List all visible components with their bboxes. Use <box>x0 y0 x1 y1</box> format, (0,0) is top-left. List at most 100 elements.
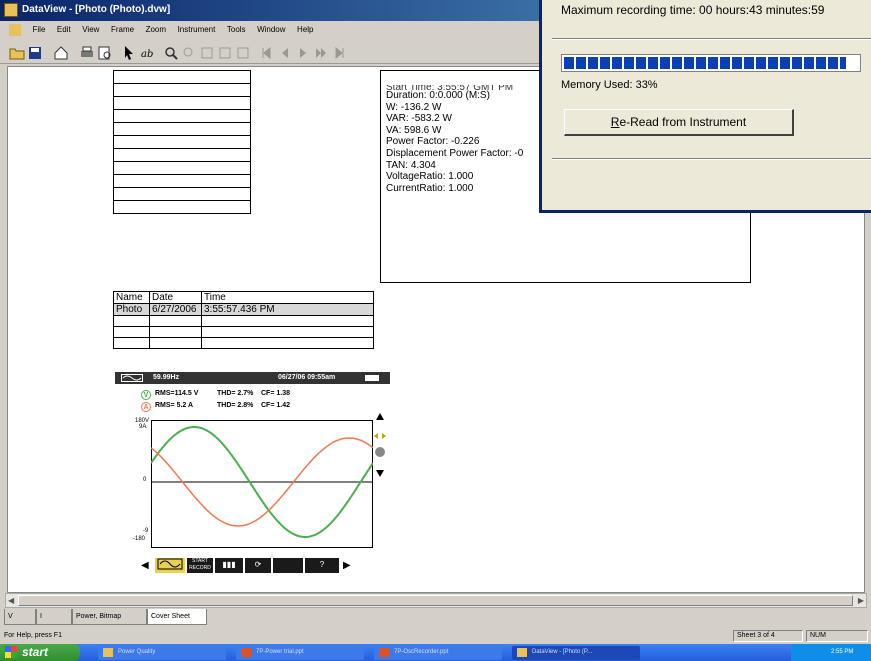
window-title: DataView - [Photo (Photo).dvw] <box>22 4 171 15</box>
waveform-mode-icon <box>121 374 143 382</box>
zoom-fit-icon[interactable] <box>198 44 214 60</box>
zoom-icon[interactable] <box>162 44 178 60</box>
scope-control-bar: ◀ START RECORD ▮▮▮ ⟳ ? ▶ <box>141 558 381 574</box>
voltage-cf: CF= 1.38 <box>261 390 290 397</box>
scroll-right-icon[interactable]: ▶ <box>858 596 864 605</box>
taskbar-item-dataview[interactable]: DataView - [Photo (P... <box>512 646 640 660</box>
voltage-thd: THD= 2.7% <box>217 390 254 397</box>
tab-power-bitmap[interactable]: Power, Bitmap <box>72 609 147 625</box>
tab-v[interactable]: V <box>4 609 36 625</box>
blank-softkey[interactable] <box>273 558 303 573</box>
powerpoint-icon <box>241 648 251 657</box>
current-channel-icon: A <box>141 402 151 412</box>
folder-icon <box>103 648 113 657</box>
bars-softkey[interactable]: ▮▮▮ <box>215 558 243 573</box>
last-page-icon[interactable] <box>330 44 346 60</box>
save-icon[interactable] <box>26 44 42 60</box>
print-preview-icon[interactable] <box>96 44 112 60</box>
current-thd: THD= 2.8% <box>217 402 254 409</box>
y-axis-zero: 0 <box>143 477 147 483</box>
menu-instrument[interactable]: Instrument <box>178 25 216 34</box>
battery-icon <box>365 375 379 381</box>
cell-time: 3:55:57.436 PM <box>201 303 374 316</box>
scope-left-arrow-icon[interactable]: ◀ <box>141 560 149 571</box>
tab-i[interactable]: I <box>36 609 72 625</box>
status-sheet: Sheet 3 of 4 <box>733 630 803 642</box>
current-cf: CF= 1.42 <box>261 402 290 409</box>
oscilloscope-photo[interactable]: 59.99Hz 06/27/06 09:55am V RMS=114.5 V T… <box>113 372 393 582</box>
scrollbar-thumb[interactable] <box>18 595 853 606</box>
memory-used-label: Memory Used: 33% <box>561 79 658 91</box>
divider <box>552 158 871 160</box>
y-axis-bottom-voltage: -180 <box>133 536 146 542</box>
fast-forward-icon[interactable] <box>312 44 328 60</box>
svg-text:ab: ab <box>141 49 153 60</box>
re-read-button[interactable]: Re-Read from Instrument <box>564 109 794 136</box>
column-header-date: Date <box>149 291 202 304</box>
column-header-time: Time <box>201 291 374 304</box>
sheet-tabs: V I Power, Bitmap Cover Sheet <box>0 608 871 628</box>
voltage-readout: V RMS=114.5 V THD= 2.7% CF= 1.38 <box>141 390 290 400</box>
table-row[interactable] <box>113 337 374 349</box>
waveform-softkey[interactable] <box>155 558 185 573</box>
menu-zoom[interactable]: Zoom <box>146 25 166 34</box>
system-tray: 2:55 PM <box>791 644 871 661</box>
voltage-rms: RMS=114.5 V <box>155 390 199 397</box>
tab-cover-sheet[interactable]: Cover Sheet <box>147 609 207 625</box>
table-row[interactable]: Photo 6/27/2006 3:55:57.436 PM <box>113 303 374 316</box>
menu-help[interactable]: Help <box>297 25 313 34</box>
menu-window[interactable]: Window <box>257 25 285 34</box>
dataview-icon <box>517 648 527 657</box>
column-header-name: Name <box>113 291 150 304</box>
menu-tools[interactable]: Tools <box>227 25 246 34</box>
taskbar-item-power-trial[interactable]: 7P-Power trial.ppt <box>236 646 364 660</box>
current-readout: A RMS= 5.2 A THD= 2.8% CF= 1.42 <box>141 402 290 412</box>
scroll-left-icon[interactable]: ◀ <box>8 596 14 605</box>
home-icon[interactable] <box>52 44 68 60</box>
print-icon[interactable] <box>78 44 94 60</box>
taskbar-item-power-quality[interactable]: Power Quality <box>98 646 226 660</box>
taskbar-item-osc-recorder[interactable]: 7P-OscRecorder.ppt <box>374 646 502 660</box>
status-num: NUM <box>806 630 868 642</box>
zoom-width-icon[interactable] <box>234 44 250 60</box>
refresh-softkey[interactable]: ⟳ <box>245 558 271 573</box>
previous-page-icon[interactable] <box>276 44 292 60</box>
text-tool-icon[interactable]: ab <box>138 44 154 60</box>
help-softkey[interactable]: ? <box>305 558 339 573</box>
open-icon[interactable] <box>8 44 25 60</box>
y-axis-top-current: 9A <box>139 424 147 430</box>
table-header-row: Name Date Time <box>113 291 374 304</box>
status-help-text: For Help, press F1 <box>4 632 62 639</box>
status-bar: For Help, press F1 Sheet 3 of 4 NUM <box>0 628 871 644</box>
taskbar: start Power Quality 7P-Power trial.ppt 7… <box>0 644 871 661</box>
photo-table[interactable]: Name Date Time Photo 6/27/2006 3:55:57.4… <box>113 291 374 349</box>
scope-right-arrow-icon[interactable]: ▶ <box>343 560 351 571</box>
next-page-icon[interactable] <box>294 44 310 60</box>
start-record-softkey[interactable]: START RECORD <box>187 558 213 573</box>
scope-side-controls <box>374 413 386 477</box>
cell-date: 6/27/2006 <box>149 303 202 316</box>
zoom-circle-icon <box>375 447 385 457</box>
zoom-page-icon[interactable] <box>216 44 232 60</box>
horizontal-scrollbar[interactable]: ◀ ▶ <box>5 593 867 608</box>
y-axis-bottom-current: -9 <box>143 528 149 534</box>
instrument-status-dialog: Maximum recording time: 00 hours:43 minu… <box>539 0 871 213</box>
menu-view[interactable]: View <box>82 25 99 34</box>
menu-file[interactable]: File <box>33 25 46 34</box>
first-page-icon[interactable] <box>258 44 274 60</box>
menu-bar: File Edit View Frame Zoom Instrument Too… <box>0 21 540 39</box>
start-label: start <box>22 645 49 659</box>
memory-progress-bar <box>561 54 861 72</box>
menu-frame[interactable]: Frame <box>111 25 134 34</box>
powerpoint-icon <box>379 648 389 657</box>
clock[interactable]: 2:55 PM <box>831 649 853 655</box>
document-icon[interactable] <box>9 24 21 36</box>
start-button[interactable]: start <box>0 644 80 661</box>
zoom-out-icon[interactable] <box>180 44 196 60</box>
windows-logo-icon <box>5 646 17 658</box>
scope-frequency: 59.99Hz <box>153 374 180 381</box>
table-row[interactable] <box>113 315 374 327</box>
table-row[interactable] <box>113 326 374 338</box>
menu-edit[interactable]: Edit <box>57 25 71 34</box>
pointer-icon[interactable] <box>120 44 136 60</box>
